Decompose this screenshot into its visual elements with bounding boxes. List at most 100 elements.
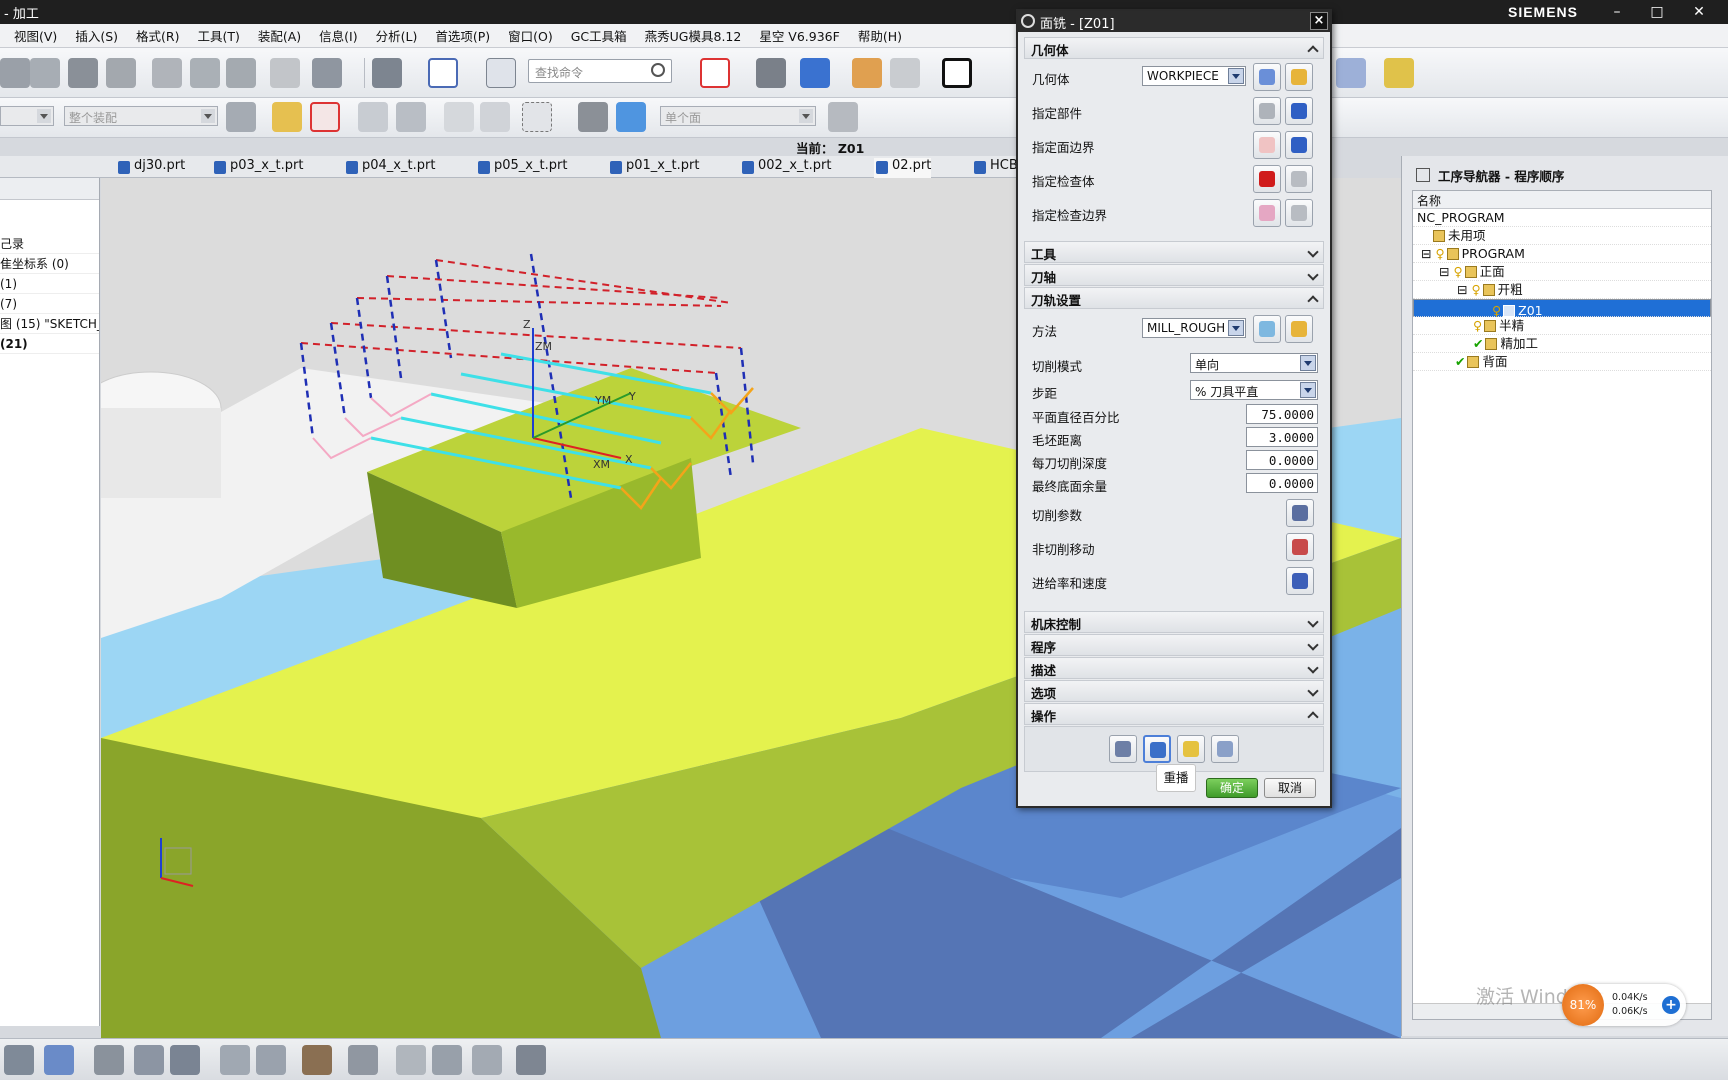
display-face-boundary-flashlight-icon[interactable] [1285,131,1313,159]
link-icon[interactable] [396,1045,426,1075]
cube-icon[interactable] [616,102,646,132]
tab-hcb[interactable]: HCB [972,158,1018,178]
create-geometry-icon[interactable] [94,1045,124,1075]
specify-check-boundary-button[interactable] [1253,199,1281,227]
render-style-icon[interactable] [756,58,786,88]
section-path-settings[interactable]: 刀轨设置 [1024,287,1324,309]
menu-view[interactable]: 视图(V) [0,26,66,45]
tab-p01[interactable]: p01_x_t.prt [608,158,699,178]
tab-p03[interactable]: p03_x_t.prt [212,158,303,178]
list-item[interactable]: (7) [0,294,99,314]
shaded-view-icon[interactable] [800,58,830,88]
lasso-select-icon[interactable] [480,102,510,132]
cpu-percent[interactable]: 81% [1562,984,1604,1026]
shop-doc-icon[interactable] [472,1045,502,1075]
section-geometry[interactable]: 几何体 [1024,37,1324,59]
print-icon[interactable] [106,58,136,88]
tab-002[interactable]: 002_x_t.prt [740,158,831,178]
tab-p04[interactable]: p04_x_t.prt [344,158,435,178]
list-item[interactable]: 隹坐标系 (0) [0,254,99,274]
blank-distance-input[interactable]: 3.0000 [1246,427,1318,447]
cancel-button[interactable]: 取消 [1264,778,1316,798]
tab-dj30[interactable]: dj30.prt [116,158,185,178]
rectangle-select-icon[interactable] [522,102,552,132]
percent-input[interactable]: 75.0000 [1246,404,1318,424]
plus-icon[interactable]: + [1662,996,1680,1014]
tree-node-back[interactable]: ✔ 背面 [1413,353,1711,371]
program-view-icon[interactable] [4,1045,34,1075]
close-window-button[interactable]: ✕ [1684,2,1714,22]
minimize-button[interactable]: – [1602,2,1632,22]
section-actions[interactable]: 操作 [1024,703,1324,725]
display-part-flashlight-icon[interactable] [1285,97,1313,125]
list-item[interactable]: 图 (15) "SKETCH_... [0,314,99,334]
delete-icon[interactable] [270,58,300,88]
menu-preferences[interactable]: 首选项(P) [426,26,499,45]
create-program-icon[interactable] [44,1045,74,1075]
solid-body-icon[interactable] [578,102,608,132]
specify-check-button[interactable] [1253,165,1281,193]
display-check-flashlight-icon[interactable] [1285,165,1313,193]
cut-params-button[interactable] [1286,499,1314,527]
menu-tools[interactable]: 工具(T) [188,26,248,45]
list-item[interactable]: (1) [0,274,99,294]
postprocess-icon[interactable] [432,1045,462,1075]
new-geometry-button[interactable] [1253,63,1281,91]
menu-window[interactable]: 窗口(O) [499,26,562,45]
snap-point-icon[interactable] [310,102,340,132]
simulate-icon[interactable] [516,1045,546,1075]
info-icon[interactable] [486,58,516,88]
start-icon[interactable] [372,58,402,88]
stepover-select[interactable]: % 刀具平直 [1190,380,1318,400]
paste-icon[interactable] [226,58,256,88]
fit-view-icon[interactable] [700,58,730,88]
list-item[interactable]: (21) [0,334,99,354]
face-rule-select[interactable]: 单个面 [660,106,816,126]
maximize-button[interactable]: □ [1642,2,1672,22]
menu-yanxiu[interactable]: 燕秀UG模具8.12 [636,26,751,45]
specify-face-boundary-button[interactable] [1253,131,1281,159]
generate-icon[interactable] [1109,735,1137,763]
list-item[interactable]: 己录 [0,234,99,254]
tree-node-z01[interactable]: ♀ Z01 [1413,299,1711,318]
section-options[interactable]: 选项 [1024,680,1324,702]
menu-analysis[interactable]: 分析(L) [367,26,427,45]
floor-stock-input[interactable]: 0.0000 [1246,473,1318,493]
tab-p05[interactable]: p05_x_t.prt [476,158,567,178]
list-icon[interactable] [1211,735,1239,763]
window-icon[interactable] [428,58,458,88]
section-machine-control[interactable]: 机床控制 [1024,611,1324,633]
tree-node-nc-program[interactable]: NC_PROGRAM [1413,209,1711,227]
display-check-boundary-flashlight-icon[interactable] [1285,199,1313,227]
snap-icon[interactable] [1336,58,1366,88]
create-tool-icon[interactable] [134,1045,164,1075]
polygon-select-icon[interactable] [444,102,474,132]
geometry-select[interactable]: WORKPIECE [1142,66,1246,86]
menu-format[interactable]: 格式(R) [127,26,188,45]
selection-scope-icon[interactable] [226,102,256,132]
new-file-icon[interactable] [0,58,30,88]
undo-icon[interactable] [312,58,342,88]
section-icon[interactable] [890,58,920,88]
measure-icon[interactable] [1384,58,1414,88]
section-program[interactable]: 程序 [1024,634,1324,656]
workpiece-icon[interactable] [302,1045,332,1075]
edit-geometry-wrench-icon[interactable] [1285,63,1313,91]
create-method-icon[interactable] [170,1045,200,1075]
color-icon[interactable] [942,58,972,88]
tree-node-unused[interactable]: 未用项 [1413,227,1711,245]
new-method-button[interactable] [1253,315,1281,343]
assembly-filter-select[interactable]: 整个装配 [64,106,218,126]
edit-method-wrench-icon[interactable] [1285,315,1313,343]
ok-button[interactable]: 确定 [1206,778,1258,798]
menu-xingkong[interactable]: 星空 V6.936F [750,26,849,45]
tree-node-program[interactable]: ⊟ ♀ PROGRAM [1413,245,1711,263]
cut-icon[interactable] [152,58,182,88]
feeds-speeds-button[interactable] [1286,567,1314,595]
name-column-header[interactable]: 名称 [1413,191,1711,209]
dialog-close-button[interactable]: × [1310,12,1328,30]
save-icon[interactable] [68,58,98,88]
method-select[interactable]: MILL_ROUGH [1142,318,1246,338]
cut-pattern-select[interactable]: 单向 [1190,353,1318,373]
section-tool[interactable]: 工具 [1024,241,1324,263]
